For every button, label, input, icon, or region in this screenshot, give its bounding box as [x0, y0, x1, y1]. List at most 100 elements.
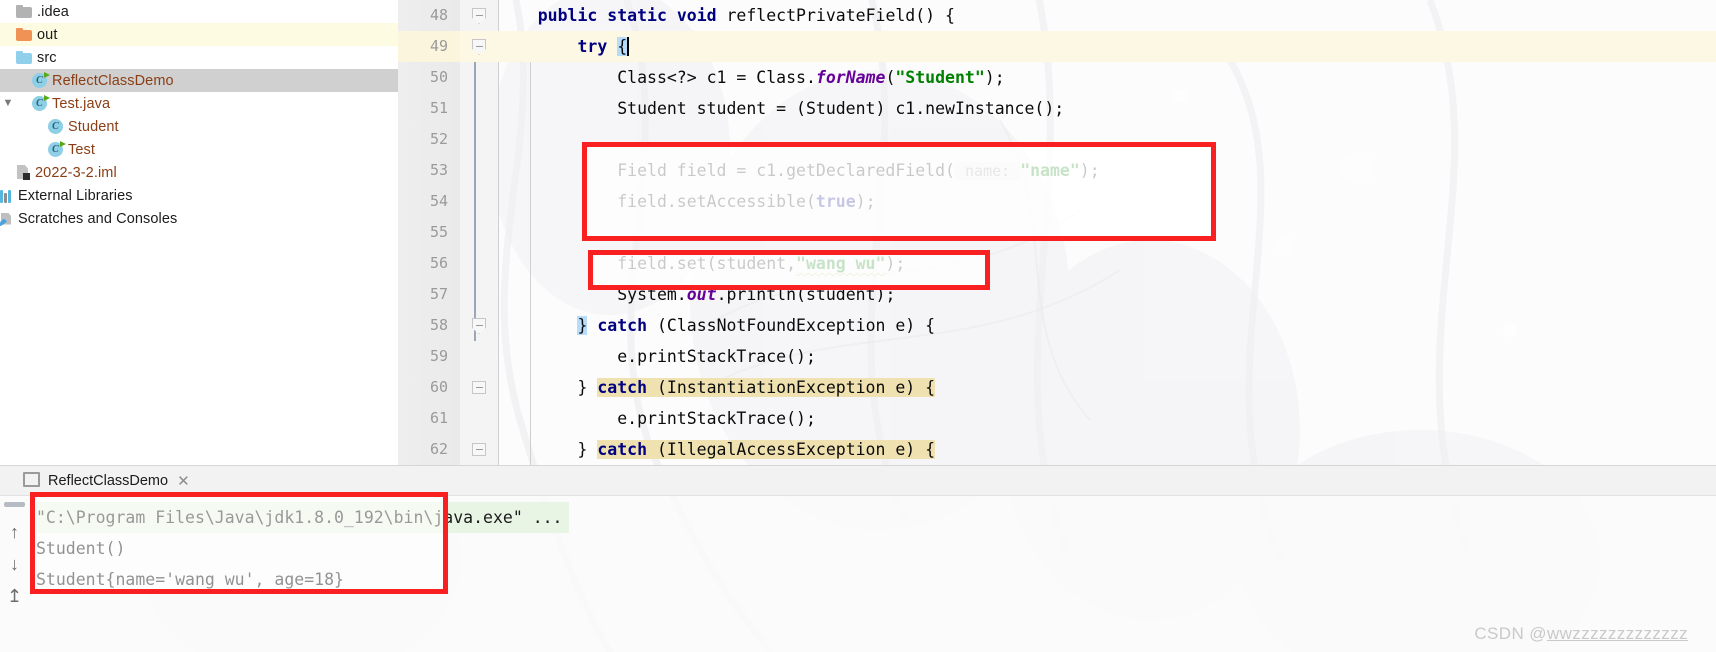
- tree-item-label: External Libraries: [18, 187, 133, 204]
- scroll-down-button[interactable]: ↓: [10, 555, 19, 573]
- close-icon[interactable]: ✕: [177, 472, 190, 490]
- code-line-52[interactable]: 52: [398, 124, 1716, 155]
- code-text[interactable]: try {: [498, 37, 1716, 56]
- code-text[interactable]: Class<?> c1 = Class.forName("Student");: [498, 68, 1716, 87]
- code-line-53[interactable]: 53 Field field = c1.getDeclaredField( na…: [398, 155, 1716, 186]
- code-text[interactable]: System.out.println(student);: [498, 285, 1716, 304]
- code-text[interactable]: public static void reflectPrivateField()…: [498, 6, 1716, 25]
- code-fold-icon[interactable]: [472, 381, 486, 394]
- fold-gutter-cell[interactable]: [460, 434, 498, 465]
- fold-gutter-cell[interactable]: [460, 31, 498, 62]
- code-line-48[interactable]: 48 public static void reflectPrivateFiel…: [398, 0, 1716, 31]
- code-text[interactable]: } catch (ClassNotFoundException e) {: [498, 316, 1716, 335]
- tree-item-iml[interactable]: 2022-3-2.iml: [0, 161, 398, 184]
- code-fold-icon[interactable]: [472, 443, 486, 456]
- run-tool-window[interactable]: ReflectClassDemo ✕ ↑ ↓ ↥ "C:\Program Fil…: [0, 465, 1716, 652]
- console-output[interactable]: "C:\Program Files\Java\jdk1.8.0_192\bin\…: [36, 502, 1716, 652]
- fold-gutter-cell[interactable]: [460, 186, 498, 217]
- code-line-60[interactable]: 60 } catch (InstantiationException e) {: [398, 372, 1716, 403]
- tree-item-out[interactable]: out: [0, 23, 398, 46]
- java-class-runnable-icon: C: [32, 95, 50, 111]
- code-line-51[interactable]: 51 Student student = (Student) c1.newIns…: [398, 93, 1716, 124]
- line-number: 54: [429, 192, 448, 210]
- tree-item-src[interactable]: src: [0, 46, 398, 69]
- run-tab-bar[interactable]: ReflectClassDemo ✕: [0, 466, 1716, 496]
- fold-gutter-cell[interactable]: [460, 341, 498, 372]
- fold-gutter-cell[interactable]: [460, 217, 498, 248]
- code-text[interactable]: field.setAccessible(true);: [498, 192, 1716, 211]
- code-fold-icon[interactable]: [472, 39, 486, 55]
- fold-gutter-cell[interactable]: [460, 124, 498, 155]
- fold-gutter-cell[interactable]: [460, 248, 498, 279]
- line-number: 53: [429, 161, 448, 179]
- run-tab-label[interactable]: ReflectClassDemo: [48, 473, 168, 489]
- console-line: Student{name='wang wu', age=18}: [36, 570, 344, 589]
- code-line-49[interactable]: 49 try {: [398, 31, 1716, 62]
- fold-gutter-cell[interactable]: [460, 372, 498, 403]
- code-editor[interactable]: 48 public static void reflectPrivateFiel…: [398, 0, 1716, 465]
- fold-gutter-cell[interactable]: [460, 62, 498, 93]
- tree-item-test-java[interactable]: ▼ C Test.java: [0, 92, 398, 115]
- code-token: (IllegalAccessException e) {: [647, 440, 936, 459]
- code-line-61[interactable]: 61 e.printStackTrace();: [398, 403, 1716, 434]
- code-text[interactable]: field.set(student,"wang wu");: [498, 254, 1716, 273]
- scroll-up-button[interactable]: ↑: [10, 523, 19, 541]
- java-class-runnable-icon: C: [32, 72, 50, 88]
- code-token: forName: [815, 68, 886, 87]
- code-text[interactable]: } catch (InstantiationException e) {: [498, 378, 1716, 397]
- code-text[interactable]: Field field = c1.getDeclaredField( name:…: [498, 161, 1716, 180]
- tree-item-student[interactable]: C Student: [0, 115, 398, 138]
- fold-gutter-cell[interactable]: [460, 279, 498, 310]
- line-number: 60: [429, 378, 448, 396]
- tree-item-external-libraries[interactable]: External Libraries: [0, 184, 398, 207]
- console-side-toolbar[interactable]: ↑ ↓ ↥: [0, 496, 29, 652]
- fold-gutter-cell[interactable]: [460, 155, 498, 186]
- code-text[interactable]: e.printStackTrace();: [498, 347, 1716, 366]
- code-fold-icon[interactable]: [472, 8, 486, 24]
- code-line-57[interactable]: 57 System.out.println(student);: [398, 279, 1716, 310]
- code-line-59[interactable]: 59 e.printStackTrace();: [398, 341, 1716, 372]
- code-line-58[interactable]: 58 } catch (ClassNotFoundException e) {: [398, 310, 1716, 341]
- project-tool-window[interactable]: .idea out src C ReflectClassDemo ▼ C Tes…: [0, 0, 398, 465]
- code-text[interactable]: e.printStackTrace();: [498, 409, 1716, 428]
- code-fold-icon[interactable]: [472, 318, 486, 334]
- fold-gutter-cell[interactable]: [460, 403, 498, 434]
- folder-orange-icon: [16, 27, 32, 41]
- tree-expand-chevron[interactable]: ▼: [0, 92, 16, 115]
- code-line-54[interactable]: 54 field.setAccessible(true);: [398, 186, 1716, 217]
- code-text[interactable]: Student student = (Student) c1.newInstan…: [498, 99, 1716, 118]
- tree-item-idea[interactable]: .idea: [0, 0, 398, 23]
- code-line-50[interactable]: 50 Class<?> c1 = Class.forName("Student"…: [398, 62, 1716, 93]
- scrollbar-thumb[interactable]: [4, 502, 25, 507]
- fold-gutter-cell[interactable]: [460, 0, 498, 31]
- code-token: true: [815, 192, 856, 211]
- line-number: 62: [429, 440, 448, 458]
- code-token: try: [577, 37, 608, 56]
- editor-lines[interactable]: 48 public static void reflectPrivateFiel…: [398, 0, 1716, 465]
- tree-item-scratches-and-consoles[interactable]: Scratches and Consoles: [0, 207, 398, 230]
- fold-gutter-cell[interactable]: [460, 93, 498, 124]
- tree-item-test[interactable]: C Test: [0, 138, 398, 161]
- soft-wrap-button[interactable]: ↥: [7, 587, 22, 605]
- line-number: 56: [429, 254, 448, 272]
- code-text[interactable]: } catch (IllegalAccessException e) {: [498, 440, 1716, 459]
- tree-item-reflectclassdemo[interactable]: C ReflectClassDemo: [0, 69, 398, 92]
- code-token: }: [577, 316, 588, 335]
- watermark-handle: wwzzzzzzzzzzzzz: [1546, 624, 1688, 643]
- code-line-56[interactable]: 56 field.set(student,"wang wu");: [398, 248, 1716, 279]
- code-line-62[interactable]: 62 } catch (IllegalAccessException e) {: [398, 434, 1716, 465]
- folder-grey-icon: [16, 4, 32, 18]
- chevron-down-icon: ▼: [2, 97, 14, 109]
- fold-gutter-cell[interactable]: [460, 310, 498, 341]
- code-token: );: [1079, 161, 1100, 180]
- code-line-55[interactable]: 55: [398, 217, 1716, 248]
- tree-item-label: .idea: [37, 3, 69, 20]
